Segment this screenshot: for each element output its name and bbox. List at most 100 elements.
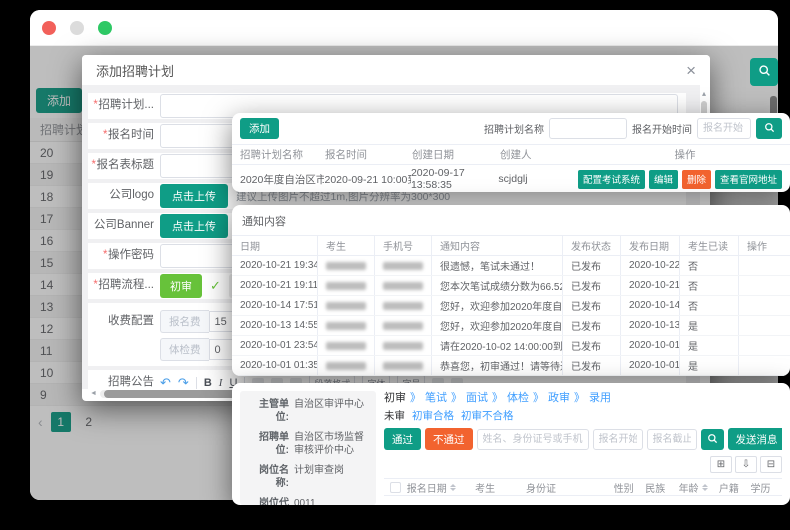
read-cell: 否 (680, 256, 739, 275)
publish-date-cell: 2020-10-01 ... (621, 356, 680, 375)
bold-button[interactable]: B (204, 377, 212, 389)
plan-table-row[interactable]: 2020年度自治区市场监... 2020-09-21 10:00到2020...… (232, 165, 790, 192)
pass-button[interactable]: 通过 (384, 428, 421, 450)
step-separator: 》 (410, 389, 421, 405)
signup-time-cell: 2020-09-21 10:00到2020... (324, 172, 410, 187)
sort-icon[interactable] (450, 484, 456, 491)
send-message-button[interactable]: 发送消息 (728, 428, 783, 450)
column-header: 考生 (318, 236, 375, 255)
candidate-search-input[interactable] (477, 429, 589, 450)
date-cell: 2020-10-01 01:35:03 (232, 356, 318, 375)
date-cell: 2020-10-21 19:34:38 (232, 256, 318, 275)
info-label: 主管单位: (248, 398, 294, 424)
publish-date-cell: 2020-10-13 ... (621, 316, 680, 335)
signup-start-input[interactable] (593, 429, 643, 450)
info-label: 岗位名称: (248, 464, 294, 490)
step-first-review[interactable]: 初审 (384, 389, 406, 405)
sort-icon[interactable] (702, 484, 708, 491)
upload-banner-button[interactable]: 点击上传 (160, 214, 228, 238)
start-time-filter-input[interactable] (697, 118, 751, 139)
notification-panel-title: 通知内容 (232, 205, 790, 235)
notification-row[interactable]: 2020-10-13 14:55:54 您好，欢迎参加2020年度自治区市场..… (232, 316, 790, 336)
delete-button[interactable]: 删除 (682, 170, 711, 189)
search-button[interactable] (756, 118, 782, 139)
minimize-dot-icon[interactable] (70, 21, 84, 35)
notification-row[interactable]: 2020-10-14 17:51:16 您好，欢迎参加2020年度自治区市场..… (232, 296, 790, 316)
column-header: 操作 (580, 147, 790, 162)
content-cell: 您好，欢迎参加2020年度自治区市场... (432, 296, 563, 315)
select-all-checkbox[interactable] (390, 482, 401, 493)
redacted-phone (375, 276, 432, 295)
filter-unreviewed[interactable]: 未审 (384, 408, 405, 423)
screen: 添加 招聘计划名称 20 19 18 17 16 15 14 13 12 11 … (0, 0, 790, 530)
step-interview[interactable]: 面试 (466, 389, 488, 405)
notification-row[interactable]: 2020-10-21 19:34:38 很遗憾，笔试未通过！ 已发布 2020-… (232, 256, 790, 276)
step-medical-exam[interactable]: 体检 (507, 389, 529, 405)
signup-time-label: 报名时间 (108, 129, 154, 141)
configure-exam-system-button[interactable]: 配置考试系统 (578, 170, 645, 189)
required-mark: * (93, 99, 97, 111)
required-mark: * (91, 159, 95, 171)
plan-list-toolbar: 添加 招聘计划名称 报名开始时间 (232, 113, 790, 144)
column-settings-icon[interactable]: ⊞ (710, 456, 732, 473)
step-separator: 》 (574, 389, 585, 405)
column-header: 手机号 (375, 236, 432, 255)
filter-passed[interactable]: 初审合格 (412, 408, 454, 423)
close-dot-icon[interactable] (42, 21, 56, 35)
search-button[interactable] (750, 58, 778, 86)
fail-button[interactable]: 不通过 (425, 428, 473, 450)
step-political-review[interactable]: 政审 (548, 389, 570, 405)
password-label: 操作密码 (108, 249, 154, 261)
review-controls: 通过 不通过 发送消息 公布初审结果 公布缴费通知 (384, 428, 782, 450)
plan-list-panel: 添加 招聘计划名称 报名开始时间 招聘计划名称 报名时间 创建日期 创建人 操作… (232, 113, 790, 192)
edit-button[interactable]: 编辑 (649, 170, 678, 189)
upload-logo-button[interactable]: 点击上传 (160, 184, 228, 208)
status-cell: 已发布 (563, 356, 621, 375)
notification-row[interactable]: 2020-10-01 01:35:03 恭喜您，初审通过！请等待进一步通知 已发… (232, 356, 790, 376)
scroll-left-icon[interactable]: ◄ (90, 390, 97, 397)
info-value: 自治区市场监督审核评价中心 (294, 431, 368, 457)
maximize-dot-icon[interactable] (98, 21, 112, 35)
redacted-phone (375, 336, 432, 355)
notification-row[interactable]: 2020-10-21 19:11:40 您本次笔试成绩分数为66.52分 已发布… (232, 276, 790, 296)
close-icon[interactable]: × (686, 62, 696, 79)
notification-row[interactable]: 2020-10-01 23:54:58 请在2020-10-02 14:00:0… (232, 336, 790, 356)
position-info-card: 主管单位: 自治区审评中心 招聘单位: 自治区市场监督审核评价中心 岗位名称: … (240, 391, 376, 505)
info-label: 招聘单位: (248, 431, 294, 457)
scroll-up-icon[interactable]: ▴ (700, 89, 708, 98)
filter-failed[interactable]: 初审不合格 (461, 408, 514, 423)
undo-icon[interactable]: ↶ (160, 375, 171, 389)
step-written-exam[interactable]: 笔试 (425, 389, 447, 405)
search-button[interactable] (701, 429, 724, 450)
export-icon[interactable]: ⇩ (735, 456, 757, 473)
column-header: 户籍 (719, 480, 751, 495)
plan-name-label: 招聘计划... (98, 99, 154, 111)
plan-name-filter-label: 招聘计划名称 (484, 121, 544, 136)
required-mark: * (93, 279, 97, 291)
redacted-phone (375, 316, 432, 335)
fee-config-label: 收费配置 (88, 307, 160, 329)
add-plan-button[interactable]: 添加 (240, 118, 279, 139)
process-step-first-review-button[interactable]: 初审 (160, 274, 202, 298)
redacted-name (318, 276, 375, 295)
announcement-label: 招聘公告 (88, 376, 160, 389)
publish-date-cell: 2020-10-14 ... (621, 296, 680, 315)
step-hired[interactable]: 录用 (589, 389, 611, 405)
content-cell: 您本次笔试成绩分数为66.52分 (432, 276, 563, 295)
redo-icon[interactable]: ↷ (178, 375, 189, 389)
plan-name-filter-input[interactable] (549, 118, 627, 139)
company-banner-label: 公司Banner (88, 219, 160, 233)
signup-end-input[interactable] (647, 429, 697, 450)
search-icon (707, 432, 718, 447)
start-time-filter-label: 报名开始时间 (632, 121, 692, 136)
modal-title: 添加招聘计划 (96, 61, 174, 80)
view-site-url-button[interactable]: 查看官网地址 (715, 170, 782, 189)
step-separator: 》 (533, 389, 544, 405)
column-header: 考生已读 (680, 236, 739, 255)
redacted-name (318, 336, 375, 355)
print-icon[interactable]: ⊟ (760, 456, 782, 473)
info-value: 0011 (294, 497, 368, 505)
review-panel: 主管单位: 自治区审评中心 招聘单位: 自治区市场监督审核评价中心 岗位名称: … (232, 383, 790, 505)
italic-button[interactable]: I (219, 377, 223, 389)
table-tools: ⊞ ⇩ ⊟ (384, 456, 782, 473)
